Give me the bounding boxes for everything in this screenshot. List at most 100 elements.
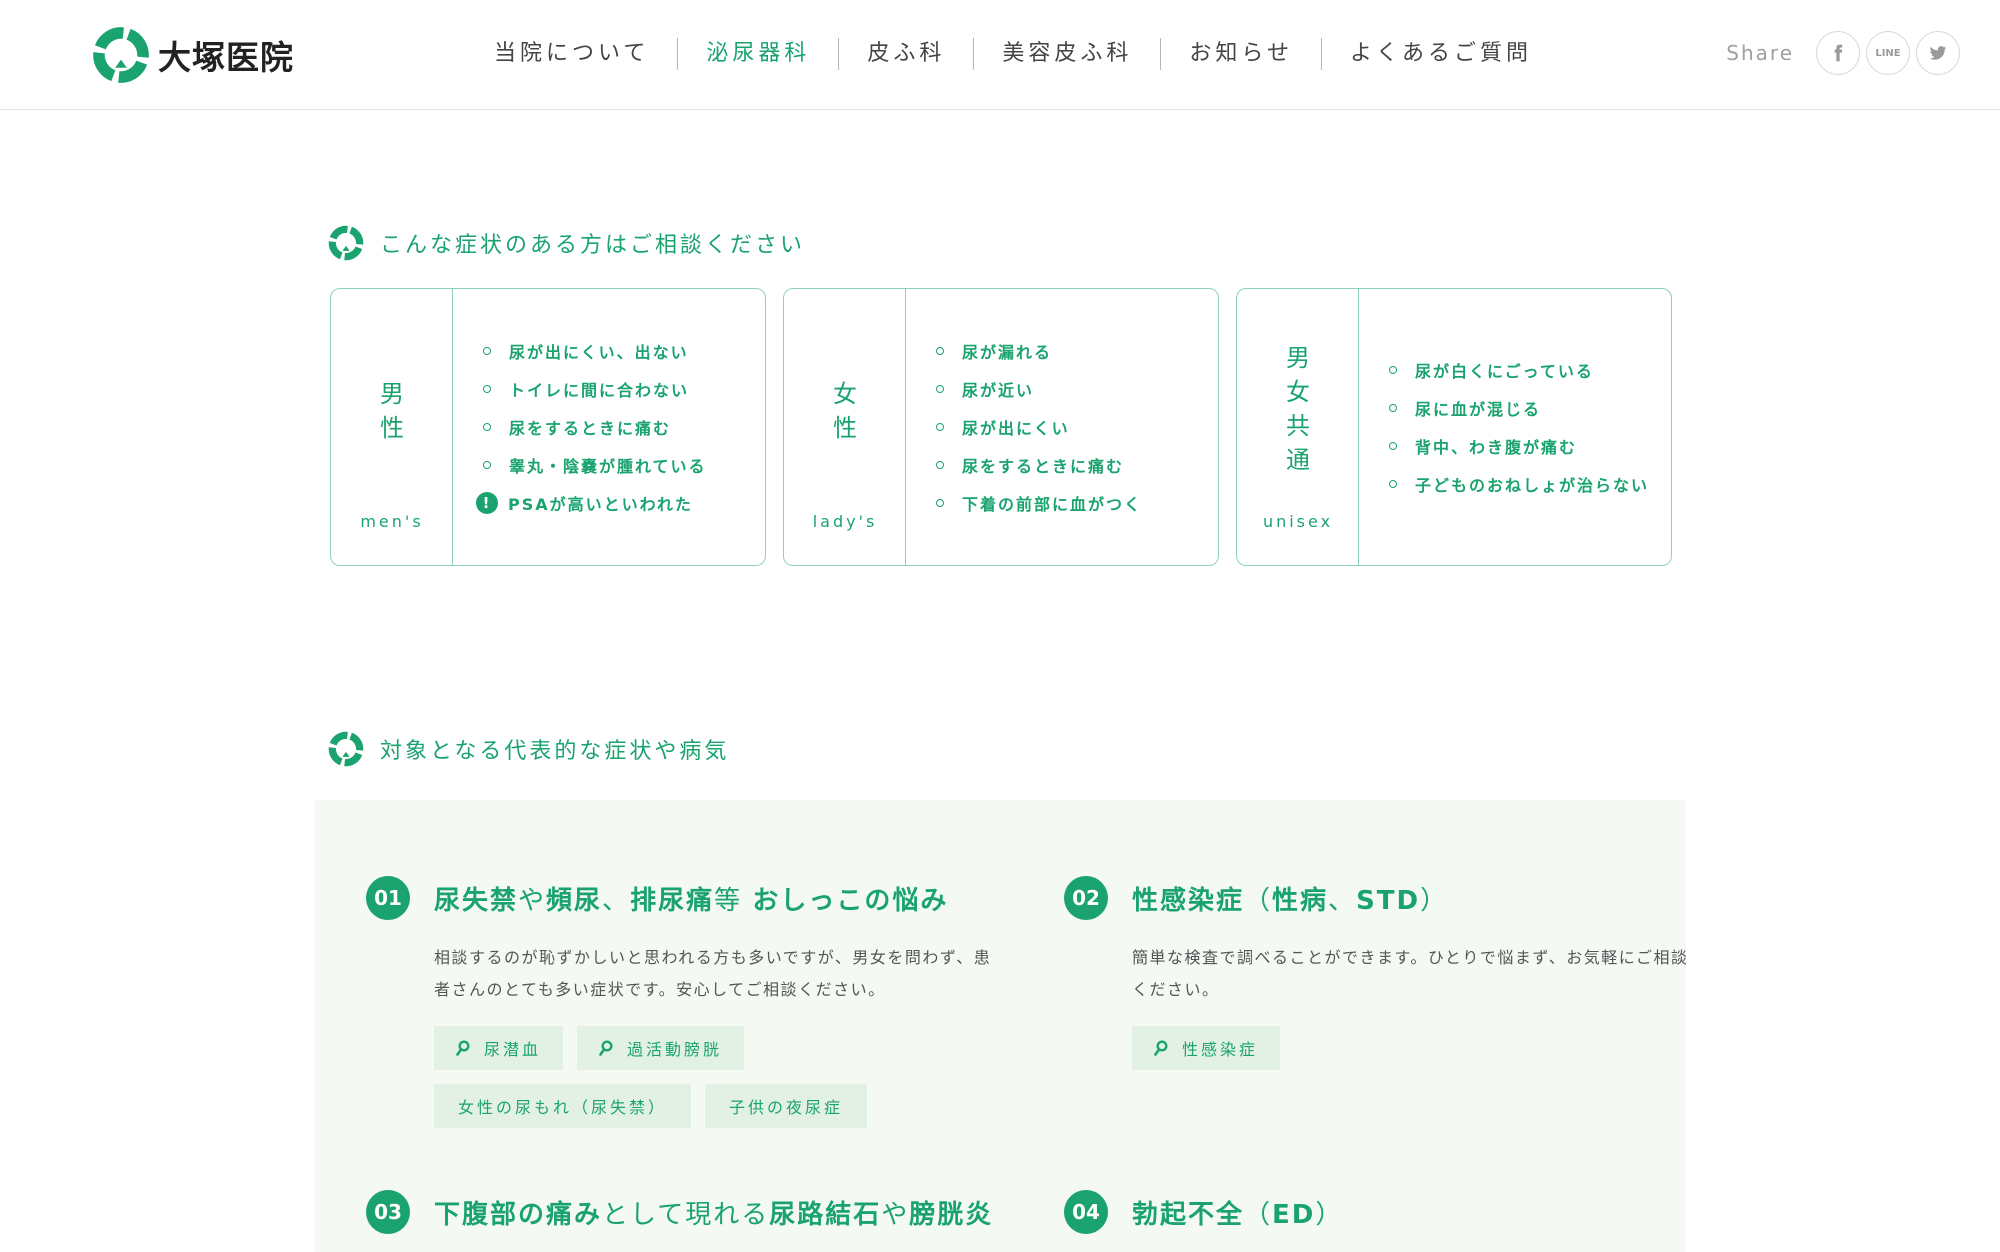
symptom-text: 尿が漏れる	[962, 343, 1053, 362]
twitter-share-button[interactable]	[1916, 31, 1960, 75]
tag-link-child-enuresis[interactable]: 子供の夜尿症	[705, 1084, 868, 1128]
symptom-text: 尿をするときに痛む	[509, 419, 672, 438]
twitter-icon	[1929, 46, 1947, 60]
tag-link-hematuria[interactable]: 尿潜血	[434, 1026, 564, 1070]
disease-title: 性感染症（性病、STD）	[1132, 880, 1448, 917]
symptom-text: 尿が出にくい、出ない	[509, 343, 689, 362]
disease-number-badge: 04	[1064, 1190, 1108, 1234]
nav-item-urology[interactable]: 泌尿器科	[678, 38, 840, 70]
disease-item-03: 03 下腹部の痛みとして現れる尿路結石や膀胱炎	[366, 1190, 993, 1234]
bullet-icon	[1389, 404, 1397, 412]
facebook-share-button[interactable]	[1816, 31, 1860, 75]
kanji-char: 女	[833, 380, 857, 408]
symptom-item: 背中、わき腹が痛む	[1385, 427, 1671, 465]
nav-item-cosmetic-dermatology[interactable]: 美容皮ふ科	[974, 38, 1162, 70]
bullet-icon	[936, 423, 944, 431]
bullet-icon	[483, 385, 491, 393]
disease-title: 勃起不全（ED）	[1132, 1194, 1343, 1231]
symptom-item: 尿が出にくい	[932, 408, 1218, 446]
title-part: 排尿痛	[630, 885, 715, 916]
card-category-kanji: 女 性	[784, 377, 906, 445]
title-part: 尿路結石	[769, 1199, 882, 1230]
nav-item-dermatology[interactable]: 皮ふ科	[839, 38, 975, 70]
symptom-text: 尿をするときに痛む	[962, 457, 1125, 476]
symptom-card-unisex: 男 女 共 通 unisex 尿が白くにごっている 尿に血が混じる 背中、わき腹…	[1236, 288, 1672, 566]
share-label: Share	[1726, 41, 1794, 65]
disease-heading[interactable]: 04 勃起不全（ED）	[1064, 1190, 1343, 1234]
symptom-list: 尿が出にくい、出ない トイレに間に合わない 尿をするときに痛む 睾丸・陰嚢が腫れ…	[453, 289, 765, 565]
exclamation-icon: !	[476, 492, 498, 514]
card-category-en: unisex	[1262, 512, 1334, 531]
title-part: 性病	[1272, 885, 1329, 916]
section-title-text: 対象となる代表的な症状や病気	[380, 739, 730, 764]
title-part: や	[518, 885, 547, 916]
bullet-icon	[483, 347, 491, 355]
symptom-item: 尿が白くにごっている	[1385, 351, 1671, 389]
disease-title: 尿失禁や頻尿、排尿痛等 おしっこの悩み	[434, 880, 948, 917]
tag-label: 尿潜血	[484, 1040, 542, 1059]
tag-label: 子供の夜尿症	[729, 1098, 844, 1117]
bullet-icon	[1389, 366, 1397, 374]
tag-label: 過活動膀胱	[627, 1040, 723, 1059]
bullet-icon	[1389, 480, 1397, 488]
kanji-char: 男	[1286, 344, 1310, 372]
title-part: 膀胱炎	[909, 1199, 994, 1230]
symptom-text: 背中、わき腹が痛む	[1415, 438, 1578, 457]
line-share-button[interactable]: LINE	[1866, 31, 1910, 75]
site-logo[interactable]: 大塚医院	[92, 26, 294, 84]
kanji-char: 通	[1286, 446, 1310, 474]
card-category: 男 女 共 通 unisex	[1237, 289, 1359, 565]
symptom-item: 下着の前部に血がつく	[932, 484, 1218, 522]
symptom-item: 尿に血が混じる	[1385, 389, 1671, 427]
bullet-icon	[483, 461, 491, 469]
symptom-text: 尿が近い	[962, 381, 1035, 400]
symptom-item: 尿をするときに痛む	[479, 408, 765, 446]
title-part: 、	[1328, 885, 1357, 916]
disease-heading[interactable]: 02 性感染症（性病、STD）	[1064, 876, 1712, 920]
logo-text: 大塚医院	[158, 38, 294, 77]
nav-item-faq[interactable]: よくあるご質問	[1322, 38, 1560, 70]
tag-link-std[interactable]: 性感染症	[1132, 1026, 1281, 1070]
symptom-text: PSAが高いといわれた	[508, 495, 693, 514]
section-title-diseases: 対象となる代表的な症状や病気	[328, 731, 729, 767]
kanji-char: 女	[1286, 378, 1310, 406]
logo-mark-icon	[92, 26, 150, 84]
tag-link-overactive-bladder[interactable]: 過活動膀胱	[577, 1026, 745, 1070]
line-icon: LINE	[1875, 47, 1901, 59]
search-icon	[456, 1040, 470, 1056]
symptom-card-women: 女 性 lady's 尿が漏れる 尿が近い 尿が出にくい 尿をするときに痛む 下…	[783, 288, 1219, 566]
tag-link-female-incontinence[interactable]: 女性の尿もれ（尿失禁）	[434, 1084, 692, 1128]
symptom-text: 尿が白くにごっている	[1415, 362, 1594, 381]
title-part: （	[1244, 1199, 1273, 1230]
bullet-icon	[1389, 442, 1397, 450]
disease-number-badge: 03	[366, 1190, 410, 1234]
symptom-item: 尿が出にくい、出ない	[479, 332, 765, 370]
search-icon	[1154, 1040, 1168, 1056]
disease-item-02: 02 性感染症（性病、STD） 簡単な検査で調べることができます。ひとりで悩まず…	[1064, 876, 1712, 1084]
nav-item-news[interactable]: お知らせ	[1161, 38, 1322, 70]
symptom-item: 子どものおねしょが治らない	[1385, 465, 1671, 503]
symptom-item-warning: ! PSAが高いといわれた	[476, 484, 765, 522]
bullet-icon	[936, 347, 944, 355]
title-part: 頻尿	[546, 885, 603, 916]
search-icon	[599, 1040, 613, 1056]
symptom-item: 尿が近い	[932, 370, 1218, 408]
card-category: 女 性 lady's	[784, 289, 906, 565]
card-category-en: men's	[360, 512, 424, 531]
nav-item-about[interactable]: 当院について	[466, 38, 679, 70]
kanji-char: 共	[1286, 412, 1310, 440]
disease-title: 下腹部の痛みとして現れる尿路結石や膀胱炎	[434, 1194, 993, 1231]
disease-panel: 01 尿失禁や頻尿、排尿痛等 おしっこの悩み 相談するのが恥ずかしいと思われる方…	[314, 800, 1687, 1252]
disease-description: 簡単な検査で調べることができます。ひとりで悩まず、お気軽にご相談ください。	[1132, 948, 1689, 999]
card-category-en: lady's	[812, 512, 878, 531]
bullet-icon	[936, 499, 944, 507]
title-part: （	[1244, 885, 1273, 916]
symptom-text: 尿に血が混じる	[1415, 400, 1542, 419]
title-part: 等	[714, 885, 753, 916]
title-part: STD	[1356, 885, 1421, 916]
section-mark-icon	[328, 225, 364, 261]
disease-heading[interactable]: 01 尿失禁や頻尿、排尿痛等 おしっこの悩み	[366, 876, 1014, 920]
disease-heading[interactable]: 03 下腹部の痛みとして現れる尿路結石や膀胱炎	[366, 1190, 993, 1234]
symptom-text: 子どものおねしょが治らない	[1415, 476, 1650, 495]
disease-number-badge: 02	[1064, 876, 1108, 920]
